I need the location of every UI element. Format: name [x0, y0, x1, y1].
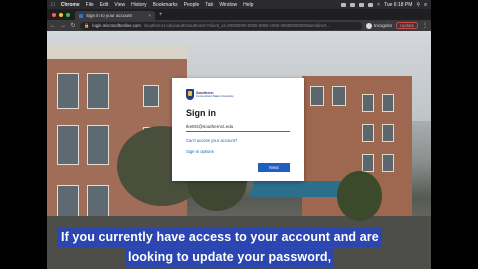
- building-window: [362, 94, 374, 112]
- tab-title: Sign in to your account: [86, 13, 132, 18]
- url-host: login.microsoftonline.com: [92, 23, 141, 28]
- menu-view[interactable]: View: [114, 2, 125, 8]
- building-window: [382, 94, 394, 112]
- back-icon[interactable]: ←: [50, 23, 56, 29]
- menubar-app-name[interactable]: Chrome: [61, 2, 80, 8]
- window-controls: [47, 13, 75, 20]
- apple-icon[interactable]: : [51, 2, 55, 8]
- background-tree: [337, 171, 382, 221]
- url-path: /southernct.edu/oauth2/authorize?client_…: [143, 23, 331, 28]
- clock[interactable]: Tue 6:18 PM: [384, 2, 412, 8]
- building-trim: [47, 45, 187, 59]
- building-window: [143, 85, 159, 107]
- building-window: [362, 124, 374, 142]
- menu-help[interactable]: Help: [243, 2, 253, 8]
- tab-sign-in[interactable]: Sign in to your account ×: [75, 11, 155, 20]
- building-window: [310, 86, 324, 106]
- minimize-window-icon[interactable]: [59, 13, 63, 17]
- incognito-label: Incognito: [373, 23, 393, 28]
- maximize-window-icon[interactable]: [66, 13, 70, 17]
- building-window: [362, 154, 374, 172]
- next-button[interactable]: Next: [258, 163, 290, 172]
- microsoft-favicon-icon: [79, 13, 83, 18]
- close-window-icon[interactable]: [52, 13, 56, 17]
- building-window: [87, 125, 109, 165]
- more-options-icon[interactable]: ⋮: [422, 22, 428, 29]
- caption-line-2: looking to update your password,: [125, 248, 335, 267]
- building-window: [87, 73, 109, 109]
- building-window: [332, 86, 346, 106]
- menu-window[interactable]: Window: [219, 2, 237, 8]
- email-field[interactable]: IkettO@southernct.edu: [186, 124, 290, 132]
- new-tab-button[interactable]: +: [155, 12, 167, 20]
- status-icon[interactable]: [359, 2, 365, 7]
- reload-icon[interactable]: ↻: [70, 22, 76, 29]
- menu-edit[interactable]: Edit: [100, 2, 109, 8]
- menu-people[interactable]: People: [184, 2, 200, 8]
- wifi-icon[interactable]: ≈: [377, 2, 380, 8]
- status-icon[interactable]: [341, 2, 347, 7]
- building-window: [57, 73, 79, 109]
- incognito-indicator[interactable]: Incognito: [365, 22, 393, 29]
- menu-file[interactable]: File: [86, 2, 94, 8]
- macos-menubar:  Chrome File Edit View History Bookmark…: [47, 0, 431, 9]
- browser-toolbar: ← → ↻ 🔒 login.microsoftonline.com /south…: [47, 20, 431, 31]
- building-window: [382, 124, 394, 142]
- status-icons: ≈ Tue 6:18 PM ⚲ ≡: [341, 2, 427, 8]
- sign-in-options-link[interactable]: Sign-in options: [186, 149, 290, 154]
- menu-list-icon[interactable]: ≡: [424, 2, 427, 8]
- search-icon[interactable]: ⚲: [416, 2, 420, 8]
- university-logo: Southern Connecticut State University: [186, 88, 290, 101]
- caption-line-1: If you currently have access to your acc…: [58, 228, 382, 247]
- address-bar[interactable]: 🔒 login.microsoftonline.com /southernct.…: [80, 21, 362, 30]
- menu-history[interactable]: History: [131, 2, 147, 8]
- building-window: [382, 154, 394, 172]
- update-button[interactable]: Update: [396, 22, 418, 29]
- incognito-icon: [365, 22, 372, 29]
- battery-icon[interactable]: [368, 2, 374, 7]
- logo-text: Southern Connecticut State University: [196, 91, 234, 98]
- status-icon[interactable]: [350, 2, 356, 7]
- menu-bookmarks[interactable]: Bookmarks: [153, 2, 178, 8]
- menu-tab[interactable]: Tab: [205, 2, 213, 8]
- close-tab-icon[interactable]: ×: [148, 13, 151, 18]
- dialog-heading: Sign in: [186, 108, 216, 118]
- cant-access-link[interactable]: Can't access your account?: [186, 138, 290, 143]
- logo-line2: Connecticut State University: [196, 94, 234, 98]
- tab-bar: Sign in to your account × +: [47, 9, 431, 20]
- university-shield-icon: [186, 89, 194, 100]
- building-window: [57, 125, 79, 165]
- forward-icon[interactable]: →: [60, 23, 66, 29]
- lock-icon: 🔒: [84, 22, 90, 28]
- sign-in-dialog: Southern Connecticut State University Si…: [172, 78, 304, 181]
